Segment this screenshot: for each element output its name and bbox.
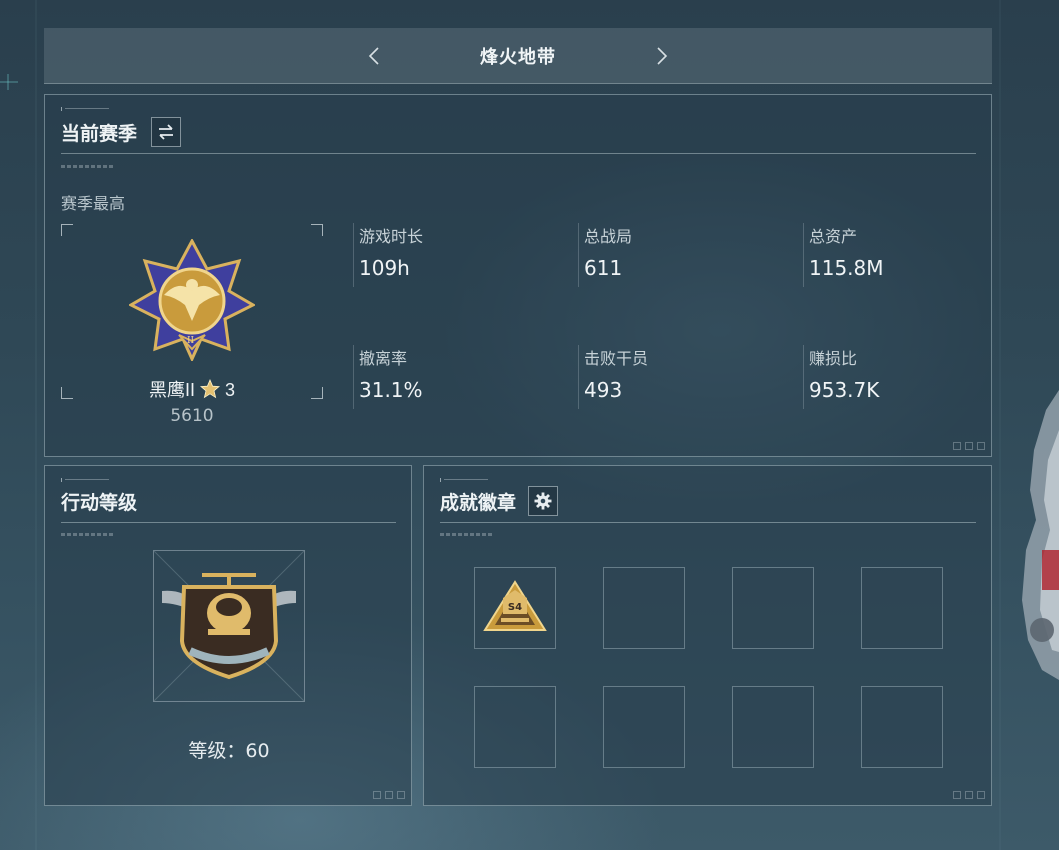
corner-decoration [373, 791, 405, 799]
stat-total-assets: 总资产 115.8M [803, 223, 884, 287]
stat-profit-loss-ratio: 赚损比 953.7K [803, 345, 879, 409]
character-armor-image [1022, 390, 1059, 680]
stat-value: 953.7K [809, 378, 880, 402]
stat-play-time: 游戏时长 109h [353, 223, 423, 287]
stat-value: 115.8M [809, 256, 884, 280]
frame-corner [311, 224, 323, 236]
corner-decoration [953, 442, 985, 450]
level-emblem-frame [153, 550, 305, 702]
stat-value: 493 [584, 378, 623, 402]
svg-text:II: II [187, 336, 195, 346]
season-panel-header: 当前赛季 [61, 117, 182, 147]
badge-slot-empty[interactable] [603, 567, 685, 649]
panel-tick-decoration [61, 478, 111, 482]
frame-corner [61, 224, 73, 236]
corner-decoration [953, 791, 985, 799]
header-divider [61, 153, 976, 154]
level-label: 等级： [188, 741, 246, 762]
header-divider [61, 522, 396, 523]
rank-name-row: 黑鹰II 3 [61, 376, 323, 402]
level-panel-title: 行动等级 [61, 493, 138, 514]
stat-label: 赚损比 [809, 351, 858, 368]
next-mode-button[interactable] [650, 44, 674, 68]
rank-score: 5610 [170, 406, 214, 426]
operation-level-panel: 行动等级 等级：60 [44, 465, 412, 806]
header-divider [440, 522, 976, 523]
stat-value: 611 [584, 256, 623, 280]
badge-slot-empty[interactable] [474, 686, 556, 768]
swap-arrows-icon [159, 124, 174, 140]
stat-total-matches: 总战局 611 [578, 223, 632, 287]
level-value: 60 [245, 740, 270, 762]
badge-slot[interactable]: S4 [474, 567, 556, 649]
stat-value: 109h [359, 256, 410, 280]
badges-panel-header: 成就徽章 [440, 486, 559, 516]
stat-label: 游戏时长 [359, 229, 424, 246]
divider-dash-decoration [440, 533, 492, 536]
prev-mode-button[interactable] [362, 44, 386, 68]
season-best-label: 赛季最高 [61, 196, 126, 213]
divider-dash-decoration [61, 533, 113, 536]
badge-slot-empty[interactable] [861, 567, 943, 649]
badge-settings-button[interactable] [528, 486, 559, 516]
level-row: 等级：60 [45, 736, 413, 763]
panel-tick-decoration [440, 478, 490, 482]
rank-star-count: 3 [225, 380, 236, 400]
season-panel-title: 当前赛季 [61, 123, 138, 145]
achievement-badges-panel: 成就徽章 S4 [423, 465, 992, 806]
mode-title: 烽火地带 [480, 46, 556, 67]
stat-label: 击败干员 [584, 351, 649, 368]
badge-text: S4 [508, 602, 522, 613]
badge-slot-empty[interactable] [732, 686, 814, 768]
stat-label: 总战局 [584, 229, 633, 246]
switch-season-button[interactable] [151, 117, 182, 147]
season-panel: 当前赛季 赛季最高 II 黑鹰II 3 5610 游戏时长 109h 总战局 6… [44, 94, 992, 457]
chevron-right-icon [657, 47, 668, 65]
gear-icon [534, 492, 552, 510]
badges-panel-title: 成就徽章 [440, 492, 517, 514]
badge-slot-empty[interactable] [861, 686, 943, 768]
stat-value: 31.1% [359, 378, 423, 402]
chevron-left-icon [368, 47, 379, 65]
divider-dash-decoration [61, 165, 113, 168]
badge-slot-empty[interactable] [603, 686, 685, 768]
level-panel-header: 行动等级 [61, 488, 137, 515]
level-emblem-icon [153, 550, 305, 702]
badge-slot-empty[interactable] [732, 567, 814, 649]
rank-emblem-icon: II [129, 239, 255, 361]
panel-tick-decoration [61, 107, 111, 111]
stat-operators-defeated: 击败干员 493 [578, 345, 648, 409]
stat-label: 总资产 [809, 229, 858, 246]
star-icon [199, 378, 221, 399]
s4-badge-icon: S4 [483, 580, 547, 631]
stat-label: 撤离率 [359, 351, 408, 368]
rank-name: 黑鹰II [148, 380, 195, 400]
stat-extraction-rate: 撤离率 31.1% [353, 345, 423, 409]
mode-title-bar: 烽火地带 [44, 28, 992, 84]
